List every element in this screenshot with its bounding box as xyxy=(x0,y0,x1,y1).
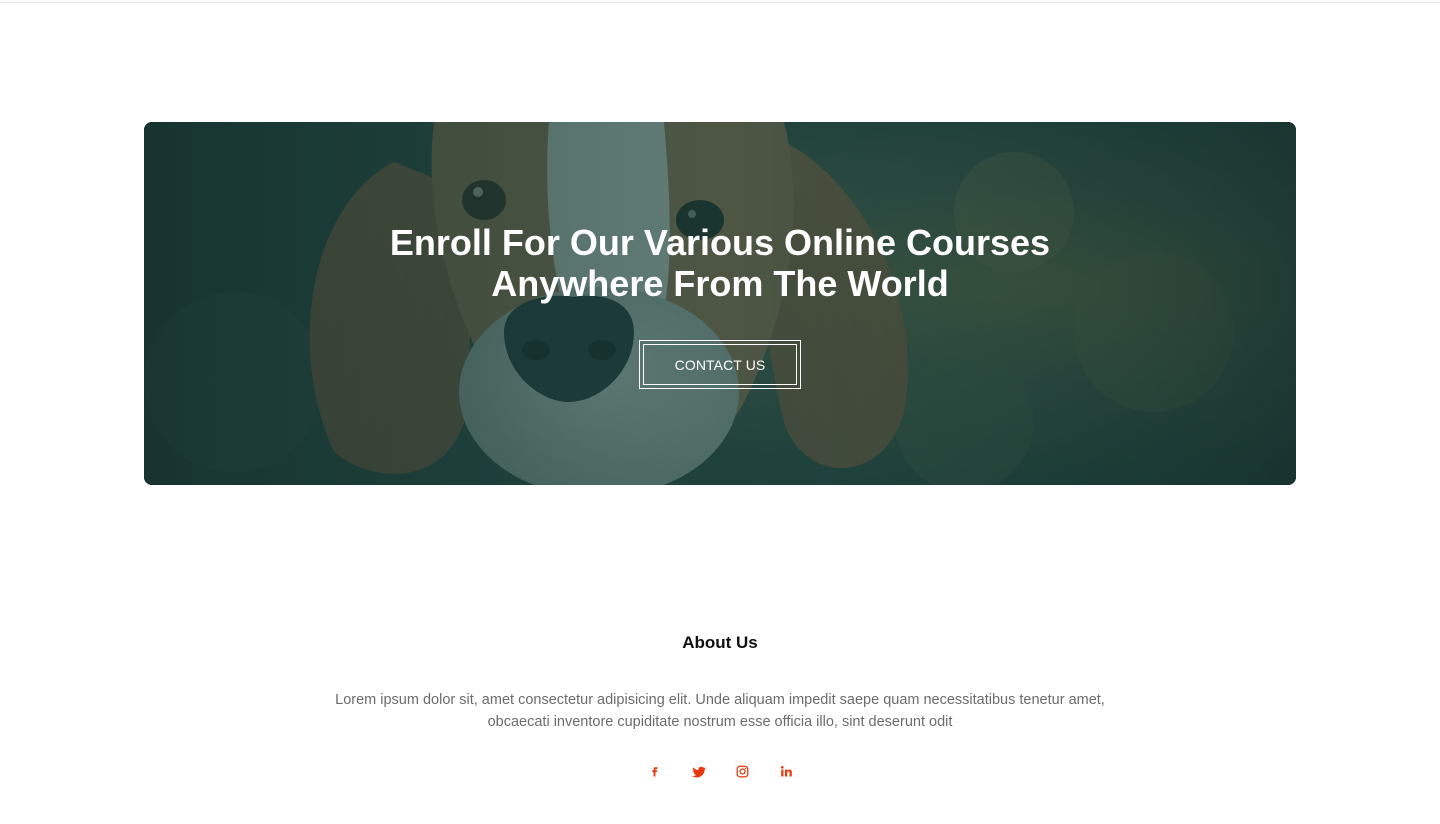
header-divider xyxy=(0,0,1440,3)
twitter-link[interactable] xyxy=(688,761,708,781)
instagram-icon xyxy=(736,765,748,777)
contact-us-button[interactable]: CONTACT US xyxy=(639,340,801,389)
linkedin-icon xyxy=(780,765,792,776)
instagram-link[interactable] xyxy=(732,761,752,781)
linkedin-link[interactable] xyxy=(776,761,796,781)
about-heading: About Us xyxy=(682,633,758,652)
hero-banner: Enroll For Our Various Online Courses An… xyxy=(144,122,1296,485)
hero-title: Enroll For Our Various Online Courses An… xyxy=(370,222,1070,304)
facebook-link[interactable] xyxy=(644,761,664,781)
about-description: Lorem ipsum dolor sit, amet consectetur … xyxy=(335,692,1105,730)
facebook-icon xyxy=(651,766,657,776)
twitter-icon xyxy=(691,766,706,777)
contact-us-button-label: CONTACT US xyxy=(643,344,797,385)
about-section: About Us Lorem ipsum dolor sit, amet con… xyxy=(0,630,1440,781)
hero-title-line-1: Enroll For Our Various Online Courses xyxy=(389,222,1051,263)
social-links xyxy=(0,761,1440,781)
hero-title-line-2: Anywhere From The World xyxy=(491,263,949,304)
hero-content: Enroll For Our Various Online Courses An… xyxy=(144,122,1296,485)
